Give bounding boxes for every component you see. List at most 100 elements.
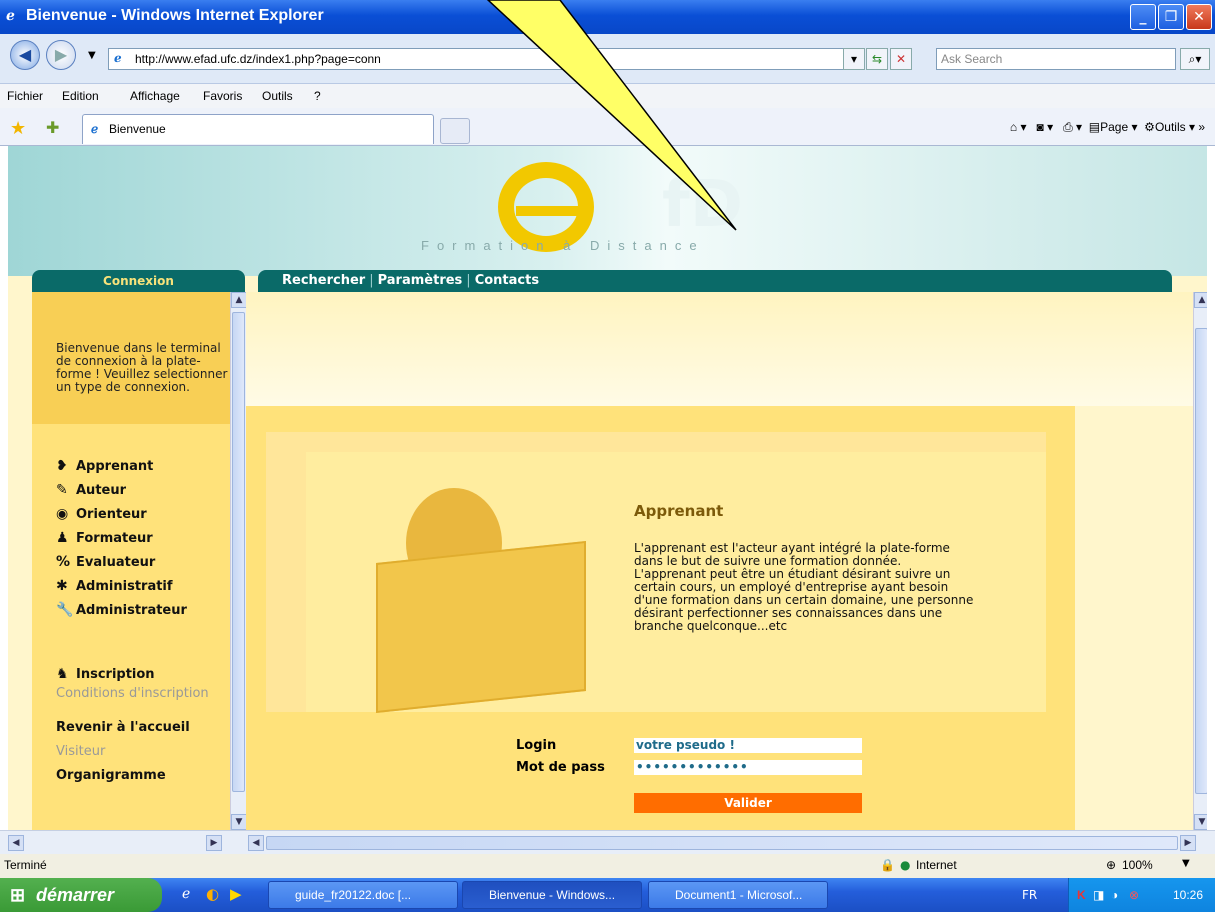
nav-contacts[interactable]: Contacts xyxy=(475,273,539,288)
window-title: Bienvenue - Windows Internet Explorer xyxy=(26,7,324,24)
back-button[interactable]: ◀ xyxy=(10,40,40,70)
tab-bienvenue[interactable]: ℯ Bienvenue xyxy=(82,114,434,144)
close-button[interactable]: ✕ xyxy=(1186,4,1212,30)
language-indicator[interactable]: FR xyxy=(1022,888,1037,902)
hscroll2-right-icon[interactable]: ▶ xyxy=(1180,835,1196,851)
role-orienteur[interactable]: ◉ Orienteur xyxy=(56,506,147,522)
task-ie-bienvenue[interactable]: Bienvenue - Windows... xyxy=(462,881,642,909)
role-administratif[interactable]: ✱ Administratif xyxy=(56,578,173,594)
tab-page-icon: ℯ xyxy=(91,122,99,136)
intro-text: Bienvenue dans le terminal de connexion … xyxy=(32,292,230,424)
author-icon: ✎ xyxy=(56,482,68,498)
menu-affichage[interactable]: Affichage xyxy=(130,89,180,103)
password-input[interactable]: ••••••••••••• xyxy=(634,760,862,775)
globe-icon: ● xyxy=(900,858,911,872)
visitor-link[interactable]: Visiteur xyxy=(56,744,105,759)
address-input[interactable]: http://www.efad.ufc.dz/index1.php?page=c… xyxy=(108,48,863,70)
top-navigation: Rechercher | Paramètres | Contacts xyxy=(258,270,1172,292)
menu-help[interactable]: ? xyxy=(314,89,321,103)
start-label: démarrer xyxy=(36,885,115,905)
role-administrateur[interactable]: 🔧 Administrateur xyxy=(56,602,187,618)
role-label: Orienteur xyxy=(76,507,147,522)
role-apprenant[interactable]: ❥ Apprenant xyxy=(56,458,153,474)
volume-icon[interactable]: ◑ xyxy=(1111,878,1118,912)
menu-fichier[interactable]: Fichier xyxy=(7,89,43,103)
inscription-label: Inscription xyxy=(76,667,155,682)
menu-edition[interactable]: Edition xyxy=(62,89,99,103)
submit-button[interactable]: Valider xyxy=(634,793,862,813)
page-scrollbar[interactable]: ▲ ▼ xyxy=(1193,292,1207,830)
tools-gear-icon: ⚙ xyxy=(1144,120,1155,134)
login-label: Login xyxy=(516,738,557,753)
hscroll-right-icon[interactable]: ▶ xyxy=(206,835,222,851)
scroll-thumb[interactable] xyxy=(232,312,245,792)
hscroll-thumb[interactable] xyxy=(266,836,1178,850)
quicklaunch-firefox-icon[interactable]: ◐ xyxy=(206,885,219,903)
forward-button[interactable]: ▶ xyxy=(46,40,76,70)
role-formateur[interactable]: ♟ Formateur xyxy=(56,530,153,546)
scroll-down-icon[interactable]: ▼ xyxy=(231,814,247,830)
role-evaluateur[interactable]: % Evaluateur xyxy=(56,554,155,570)
nav-parametres[interactable]: Paramètres xyxy=(378,273,463,288)
horizontal-scrollbar[interactable]: ◀ ▶ ◀ ▶ xyxy=(0,830,1215,854)
maximize-button[interactable]: ❐ xyxy=(1158,4,1184,30)
search-icon[interactable]: ⌕▾ xyxy=(1180,48,1210,70)
administrator-icon: 🔧 xyxy=(56,602,74,618)
search-input[interactable]: Ask Search xyxy=(936,48,1176,70)
menu-favoris[interactable]: Favoris xyxy=(203,89,242,103)
role-description: L'apprenant est l'acteur ayant intégré l… xyxy=(634,541,974,633)
scroll-up-icon[interactable]: ▲ xyxy=(231,292,247,308)
history-dropdown-icon[interactable]: ▼ xyxy=(88,50,96,61)
security-lock-icon: 🔒 xyxy=(880,858,895,872)
tab-label: Bienvenue xyxy=(109,122,166,136)
quicklaunch-media-icon[interactable]: ▶ xyxy=(230,885,242,903)
address-dropdown-button[interactable]: ▾ xyxy=(843,48,865,70)
page-menu-icon: ▤ xyxy=(1088,120,1101,134)
menu-bar: Fichier Edition Affichage Favoris Outils… xyxy=(0,84,1215,108)
network-icon[interactable]: ◨ xyxy=(1093,878,1104,912)
zoom-dropdown-icon[interactable]: ▼ xyxy=(1182,858,1190,869)
window-title-bar[interactable]: ℯ Bienvenue - Windows Internet Explorer … xyxy=(0,0,1215,34)
task-word-guide[interactable]: guide_fr20122.doc [... xyxy=(268,881,458,909)
page-scroll-down-icon[interactable]: ▼ xyxy=(1194,814,1207,830)
trainer-icon: ♟ xyxy=(56,530,69,546)
windows-taskbar: ⊞ démarrer ℯ ◐ ▶ guide_fr20122.doc [... … xyxy=(0,878,1215,912)
conditions-link[interactable]: Conditions d'inscription xyxy=(56,686,209,701)
favorites-star-icon[interactable]: ★ xyxy=(10,118,26,139)
feeds-icon[interactable]: ◙ ▾ xyxy=(1037,120,1054,134)
security-alert-icon[interactable]: ⊗ xyxy=(1129,878,1139,912)
orienteer-icon: ◉ xyxy=(56,506,69,522)
print-icon[interactable]: ⎙ ▾ xyxy=(1063,120,1082,134)
left-panel-scrollbar[interactable]: ▲ ▼ xyxy=(230,292,247,830)
menu-outils[interactable]: Outils xyxy=(262,89,293,103)
role-auteur[interactable]: ✎ Auteur xyxy=(56,482,126,498)
tools-menu[interactable]: Outils xyxy=(1155,120,1186,134)
left-panel: Bienvenue dans le terminal de connexion … xyxy=(32,292,230,830)
add-favorites-icon[interactable]: ✚ xyxy=(46,118,59,137)
clock: 10:26 xyxy=(1173,888,1204,902)
home-icon[interactable]: ⌂ ▾ xyxy=(1010,120,1027,134)
command-bar: ⌂ ▾ ◙ ▾ ⎙ ▾ ▤Page ▾ ⚙Outils ▾ » xyxy=(1009,120,1205,134)
page-scroll-thumb[interactable] xyxy=(1195,328,1207,794)
hscroll-left-icon[interactable]: ◀ xyxy=(8,835,24,851)
antivirus-icon[interactable]: K xyxy=(1077,878,1086,912)
page-menu[interactable]: Page xyxy=(1100,120,1128,134)
login-input[interactable]: votre pseudo ! xyxy=(634,738,862,753)
home-link[interactable]: Revenir à l'accueil xyxy=(56,720,190,735)
minimize-button[interactable]: _ xyxy=(1130,4,1156,30)
hscroll2-left-icon[interactable]: ◀ xyxy=(248,835,264,851)
refresh-icon[interactable]: ⇆ xyxy=(866,48,888,70)
inscription-link[interactable]: ♞ Inscription xyxy=(56,666,155,682)
start-button[interactable]: ⊞ démarrer xyxy=(0,878,162,912)
stop-icon[interactable]: ✕ xyxy=(890,48,912,70)
role-label: Administratif xyxy=(76,579,173,594)
nav-rechercher[interactable]: Rechercher xyxy=(282,273,365,288)
page-scroll-up-icon[interactable]: ▲ xyxy=(1194,292,1207,308)
organigram-link[interactable]: Organigramme xyxy=(56,768,166,783)
task-word-document1[interactable]: Document1 - Microsof... xyxy=(648,881,828,909)
new-tab-button[interactable] xyxy=(440,118,470,144)
zoom-level[interactable]: 100% xyxy=(1122,858,1153,872)
web-page: fD Formation à Distance Connexion Recher… xyxy=(8,146,1207,830)
ie-logo-icon: ℯ xyxy=(6,8,15,24)
quicklaunch-ie-icon[interactable]: ℯ xyxy=(182,886,190,902)
